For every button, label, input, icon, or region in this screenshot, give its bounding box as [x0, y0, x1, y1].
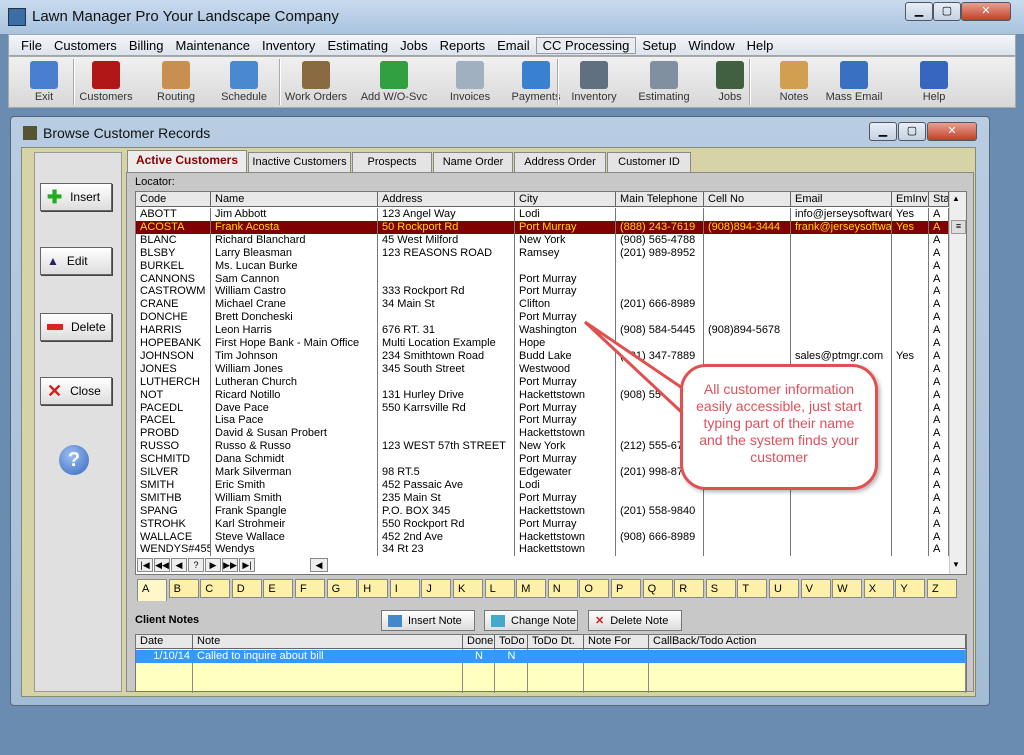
- callout-annotation: All customer information easily accessib…: [680, 364, 878, 490]
